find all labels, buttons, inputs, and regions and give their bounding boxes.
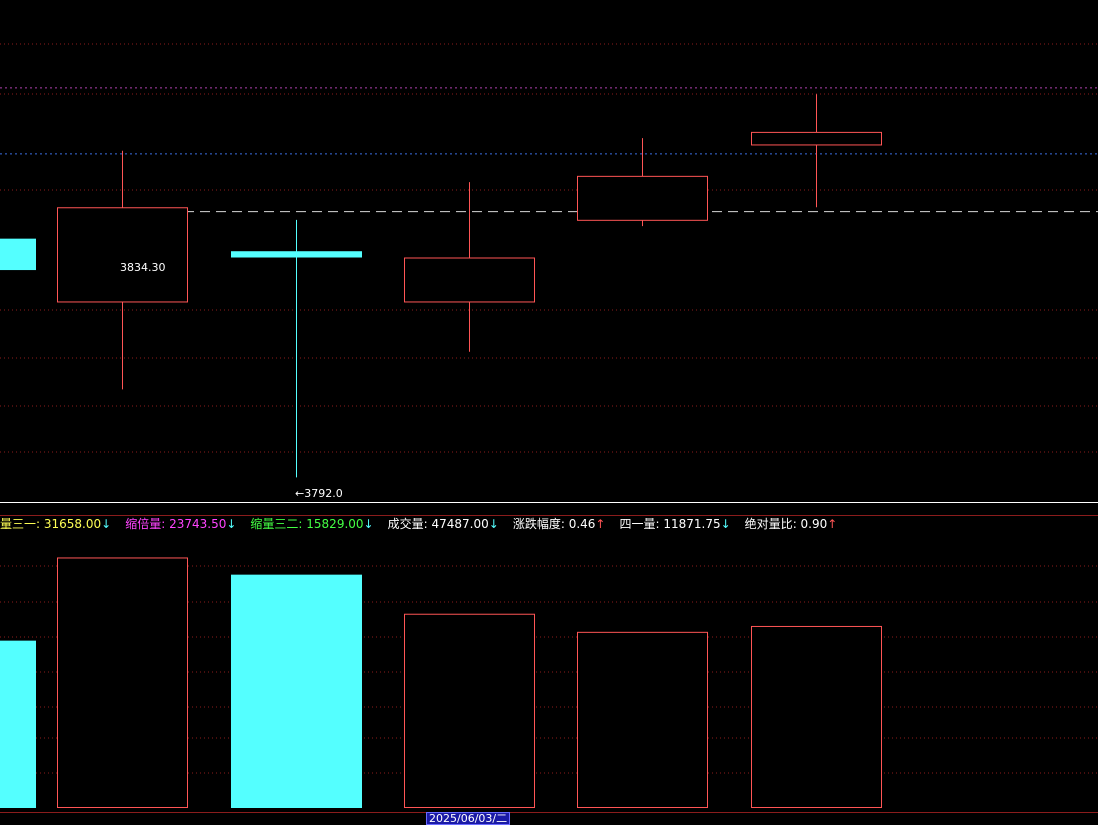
indicator-separator: : (792, 517, 801, 531)
indicator-value: 0.90 (800, 517, 828, 531)
volume-bar (751, 625, 882, 809)
indicator-separator: : (560, 517, 569, 531)
high-price-label: 3834.30 (120, 261, 166, 274)
arrow-down-icon: ↓ (363, 517, 374, 531)
indicator-text: 绝对量比 (744, 517, 793, 531)
arrow-down-icon: ↓ (101, 517, 112, 531)
candle (231, 219, 362, 478)
indicator-bar: 缩量三一: 31658.00↓缩倍量: 23743.50↓缩量三二: 15829… (0, 515, 851, 533)
indicator-value: 0.46 (568, 517, 596, 531)
indicator-text: 缩倍量 (125, 517, 162, 531)
candle-body (404, 257, 535, 303)
arrow-down-icon: ↓ (488, 517, 499, 531)
candle-body (577, 175, 708, 221)
volume-bar (404, 613, 535, 808)
candle (0, 238, 36, 271)
indicator-value: 15829.00 (306, 517, 364, 531)
indicator-value: 31658.00 (43, 517, 102, 531)
volume-bar (57, 557, 188, 809)
indicator-item: 缩量三一: 31658.00↓ (0, 517, 111, 531)
arrow-down-icon: ↓ (720, 517, 731, 531)
indicator-text: 缩量三二 (250, 517, 299, 531)
candle (751, 94, 882, 208)
indicator-text: 缩量三一 (0, 517, 37, 531)
volume-bar (231, 574, 362, 808)
indicator-item: 涨跌幅度: 0.46↑ (513, 517, 606, 531)
candle-body (57, 207, 188, 303)
indicator-value: 47487.00 (431, 517, 489, 531)
candle-body (231, 251, 362, 258)
indicator-item: 缩倍量: 23743.50↓ (125, 517, 236, 531)
candle-body (0, 238, 36, 271)
candle (404, 182, 535, 352)
indicator-item: 绝对量比: 0.90↑ (745, 517, 838, 531)
indicator-text: 涨跌幅度 (512, 517, 561, 531)
low-price-value: 3792.0 (304, 487, 343, 500)
arrow-down-icon: ↓ (226, 517, 237, 531)
low-price-label: ←3792.0 (295, 487, 343, 500)
indicator-separator: : (161, 517, 170, 531)
candlestick-series (0, 94, 882, 478)
volume-series (0, 557, 882, 809)
indicator-separator: : (36, 517, 44, 531)
indicator-value: 11871.75 (663, 517, 721, 531)
indicator-text: 成交量 (387, 517, 424, 531)
volume-bar (0, 640, 36, 808)
indicator-value: 23743.50 (169, 517, 227, 531)
indicator-item: 缩量三二: 15829.00↓ (250, 517, 373, 531)
candle-body (751, 131, 882, 146)
arrow-up-icon: ↑ (827, 517, 838, 531)
indicator-item: 成交量: 47487.00↓ (388, 517, 499, 531)
volume-bar (577, 631, 708, 808)
arrow-up-icon: ↑ (595, 517, 606, 531)
candle (577, 138, 708, 227)
stock-chart[interactable]: 3834.30 ←3792.0 (0, 0, 1098, 823)
indicator-item: 四一量: 11871.75↓ (619, 517, 730, 531)
date-cursor-label: 2025/06/03/二 (426, 812, 511, 825)
indicator-text: 四一量 (619, 517, 656, 531)
